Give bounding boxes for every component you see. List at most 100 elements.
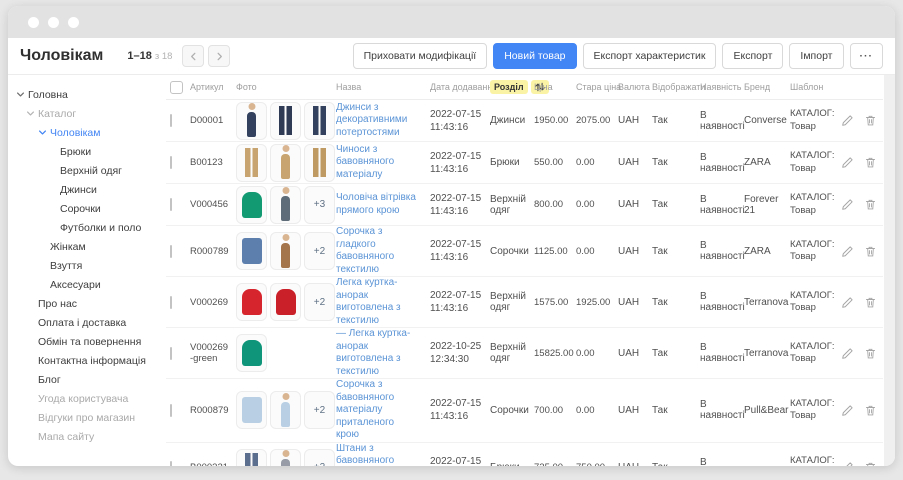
product-link[interactable]: Джинси з декоративними потертостями: [336, 102, 425, 140]
product-photo[interactable]: [270, 144, 301, 182]
sidebar-item-15[interactable]: Блог: [8, 370, 158, 389]
sidebar-item-7[interactable]: Футболки и поло: [8, 218, 158, 237]
product-photo[interactable]: [236, 232, 267, 270]
column-header-2[interactable]: Назва: [336, 82, 430, 92]
column-header-11[interactable]: Шаблон: [790, 82, 840, 92]
product-link[interactable]: — Легка куртка-анорак виготовлена з текс…: [336, 328, 425, 378]
product-photo[interactable]: [270, 283, 301, 321]
more-photos-badge[interactable]: +2: [304, 449, 335, 467]
row-checkbox[interactable]: [170, 404, 172, 417]
import-button[interactable]: Імпорт: [789, 43, 843, 69]
sidebar-item-16[interactable]: Угода користувача: [8, 389, 158, 408]
column-header-5[interactable]: Ціна: [534, 82, 576, 92]
edit-button[interactable]: [841, 461, 855, 467]
delete-button[interactable]: [864, 244, 878, 258]
scrollbar-track[interactable]: [884, 75, 895, 466]
delete-button[interactable]: [864, 156, 878, 170]
product-photo[interactable]: [236, 144, 267, 182]
more-actions-button[interactable]: ···: [850, 43, 884, 69]
more-photos-badge[interactable]: +2: [304, 283, 335, 321]
row-checkbox[interactable]: [170, 461, 172, 466]
row-checkbox[interactable]: [170, 296, 172, 309]
row-checkbox[interactable]: [170, 114, 172, 127]
product-photo[interactable]: [304, 144, 335, 182]
sidebar-item-11[interactable]: Про нас: [8, 294, 158, 313]
product-photo[interactable]: [270, 232, 301, 270]
column-header-9[interactable]: Наявність: [700, 82, 744, 92]
column-header-0[interactable]: Артикул: [190, 82, 236, 92]
export-button[interactable]: Експорт: [722, 43, 783, 69]
edit-button[interactable]: [841, 114, 855, 128]
sidebar-item-0[interactable]: Головна: [8, 85, 158, 104]
hide-modifications-button[interactable]: Приховати модифікації: [353, 43, 488, 69]
row-checkbox[interactable]: [170, 156, 172, 169]
more-photos-badge[interactable]: +3: [304, 186, 335, 224]
pagination-prev-button[interactable]: [182, 45, 204, 67]
edit-button[interactable]: [841, 403, 855, 417]
product-photo[interactable]: [236, 334, 267, 372]
new-product-button[interactable]: Новий товар: [493, 43, 576, 69]
sidebar-item-2[interactable]: Чоловікам: [8, 123, 158, 142]
product-photo[interactable]: [304, 102, 335, 140]
window-control-dot[interactable]: [28, 17, 39, 28]
sidebar-item-13[interactable]: Обмін та повернення: [8, 332, 158, 351]
pagination-next-button[interactable]: [208, 45, 230, 67]
row-checkbox[interactable]: [170, 347, 172, 360]
product-link[interactable]: Сорочка з гладкого бавовняного текстилю: [336, 226, 425, 276]
column-header-7[interactable]: Валюта: [618, 82, 652, 92]
sidebar-item-17[interactable]: Відгуки про магазин: [8, 408, 158, 427]
sidebar-item-4[interactable]: Верхній одяг: [8, 161, 158, 180]
product-photo[interactable]: [270, 186, 301, 224]
window-control-dot[interactable]: [48, 17, 59, 28]
product-link[interactable]: Чоловіча вітрівка прямого крою: [336, 192, 425, 217]
sidebar-item-18[interactable]: Мапа сайту: [8, 427, 158, 446]
column-header-8[interactable]: Відображати: [652, 82, 700, 92]
row-checkbox[interactable]: [170, 245, 172, 258]
select-all-checkbox[interactable]: [170, 81, 183, 94]
delete-button[interactable]: [864, 198, 878, 212]
product-photo[interactable]: [270, 102, 301, 140]
export-characteristics-button[interactable]: Експорт характеристик: [583, 43, 717, 69]
column-header-10[interactable]: Бренд: [744, 82, 790, 92]
delete-button[interactable]: [864, 461, 878, 467]
more-photos-badge[interactable]: +2: [304, 391, 335, 429]
edit-button[interactable]: [841, 346, 855, 360]
window-control-dot[interactable]: [68, 17, 79, 28]
product-photo[interactable]: [236, 449, 267, 467]
sidebar-item-1[interactable]: Каталог: [8, 104, 158, 123]
delete-button[interactable]: [864, 295, 878, 309]
column-header-label: Наявність: [700, 82, 741, 92]
product-link[interactable]: Легка куртка-анорак виготовлена з тексти…: [336, 277, 425, 327]
sidebar-item-9[interactable]: Взуття: [8, 256, 158, 275]
product-link[interactable]: Штани з бавовняного матеріалу прямого кр…: [336, 443, 425, 467]
column-header-6[interactable]: Стара ціна: [576, 82, 618, 92]
sidebar-item-14[interactable]: Контактна інформація: [8, 351, 158, 370]
delete-button[interactable]: [864, 346, 878, 360]
row-checkbox[interactable]: [170, 198, 172, 211]
edit-button[interactable]: [841, 244, 855, 258]
delete-button[interactable]: [864, 403, 878, 417]
delete-button[interactable]: [864, 114, 878, 128]
column-header-3[interactable]: Дата додавання: [430, 82, 490, 92]
sidebar-item-3[interactable]: Брюки: [8, 142, 158, 161]
more-photos-badge[interactable]: +2: [304, 232, 335, 270]
product-photo[interactable]: [236, 102, 267, 140]
edit-button[interactable]: [841, 198, 855, 212]
product-link[interactable]: Сорочка з бавовняного матеріалу притален…: [336, 379, 425, 442]
sidebar-item-8[interactable]: Жінкам: [8, 237, 158, 256]
product-photo[interactable]: [236, 391, 267, 429]
sidebar-item-10[interactable]: Аксесуари: [8, 275, 158, 294]
column-header-1[interactable]: Фото: [236, 82, 336, 92]
product-photo[interactable]: [270, 449, 301, 467]
product-photo[interactable]: [236, 186, 267, 224]
edit-button[interactable]: [841, 295, 855, 309]
sidebar-item-12[interactable]: Оплата і доставка: [8, 313, 158, 332]
edit-button[interactable]: [841, 156, 855, 170]
product-photo[interactable]: [236, 283, 267, 321]
product-photo[interactable]: [270, 391, 301, 429]
column-header-4[interactable]: Розділ: [490, 80, 534, 94]
sidebar-item-5[interactable]: Джинси: [8, 180, 158, 199]
template-cell: КАТАЛОГ: Товар: [790, 192, 840, 217]
product-link[interactable]: Чиноси з бавовняного матеріалу: [336, 144, 425, 182]
sidebar-item-6[interactable]: Сорочки: [8, 199, 158, 218]
